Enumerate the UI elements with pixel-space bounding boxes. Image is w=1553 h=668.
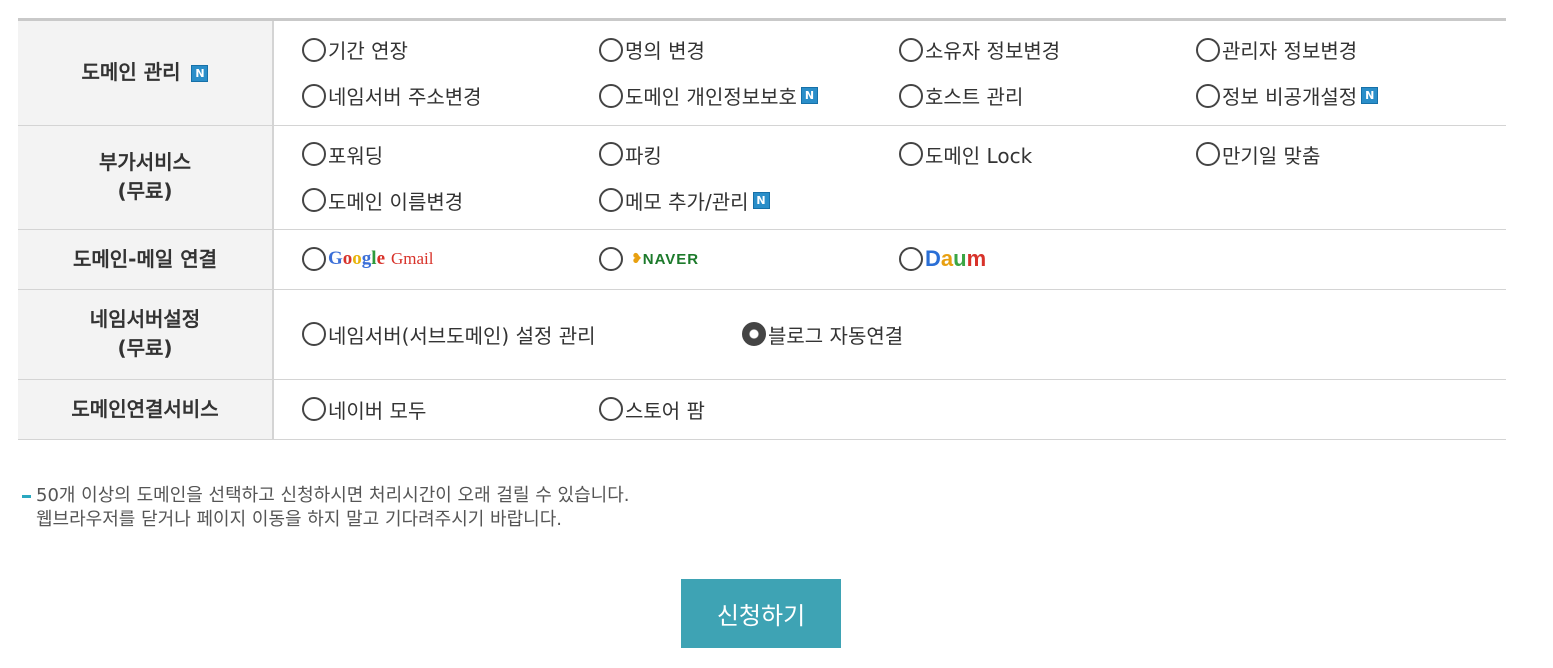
radio-icon[interactable] (1196, 37, 1220, 62)
option-owner-info-change[interactable]: 소유자 정보변경 (899, 35, 1196, 64)
row-domain-management: 도메인 관리 N 기간 연장 명의 변경 소유자 정보변경 관리자 정보변경 네… (18, 21, 1506, 126)
new-badge-icon: N (191, 65, 209, 83)
option-store-farm[interactable]: 스토어 팜 (599, 395, 705, 424)
option-daum[interactable]: Daum (899, 246, 986, 272)
option-info-private[interactable]: 정보 비공개설정 N (1196, 81, 1379, 110)
domain-service-panel: 도메인 관리 N 기간 연장 명의 변경 소유자 정보변경 관리자 정보변경 네… (18, 18, 1506, 440)
radio-icon[interactable] (599, 188, 623, 212)
option-period-extension[interactable]: 기간 연장 (302, 35, 599, 64)
service-table: 도메인 관리 N 기간 연장 명의 변경 소유자 정보변경 관리자 정보변경 네… (18, 21, 1506, 440)
naver-leaf-icon: ❥ (631, 251, 643, 267)
option-blog-auto-connect[interactable]: 블로그 자동연결 (742, 320, 903, 349)
radio-icon[interactable] (599, 37, 623, 62)
radio-icon[interactable] (302, 83, 326, 108)
option-expiry-align[interactable]: 만기일 맞춤 (1196, 140, 1320, 169)
option-parking[interactable]: 파킹 (599, 140, 899, 169)
option-admin-info-change[interactable]: 관리자 정보변경 (1196, 35, 1357, 64)
radio-icon[interactable] (899, 142, 923, 166)
radio-icon[interactable] (302, 397, 326, 421)
radio-icon[interactable] (899, 37, 923, 62)
radio-icon[interactable] (302, 322, 326, 346)
radio-icon[interactable] (302, 188, 326, 212)
radio-icon[interactable] (302, 142, 326, 166)
row-nameserver: 네임서버설정 (무료) 네임서버(서브도메인) 설정 관리 블로그 자동연결 (18, 289, 1506, 380)
radio-icon[interactable] (899, 83, 923, 108)
option-naver-modoo[interactable]: 네이버 모두 (302, 395, 599, 424)
row-header-domain-mail: 도메인-메일 연결 (18, 229, 274, 290)
option-domain-lock[interactable]: 도메인 Lock (899, 140, 1196, 169)
radio-icon[interactable] (599, 83, 623, 108)
radio-checked-icon[interactable] (742, 322, 766, 346)
radio-icon[interactable] (599, 142, 623, 166)
new-badge-icon: N (1361, 87, 1379, 105)
row-header-extra-services: 부가서비스 (무료) (18, 125, 274, 230)
radio-icon[interactable] (1196, 142, 1220, 166)
row-header-connect-services: 도메인연결서비스 (18, 379, 274, 440)
radio-icon[interactable] (302, 37, 326, 62)
notice-text: 50개 이상의 도메인을 선택하고 신청하시면 처리시간이 오래 걸릴 수 있습… (22, 484, 629, 532)
gmail-logo: Gmail (391, 249, 434, 268)
option-naver[interactable]: ❥ NAVER (599, 247, 899, 271)
new-badge-icon: N (752, 191, 770, 209)
row-extra-services: 부가서비스 (무료) 포워딩 파킹 도메인 Lock 만기일 맞춤 도메인 이름… (18, 125, 1506, 230)
radio-icon[interactable] (302, 247, 326, 271)
apply-button[interactable]: 신청하기 (681, 579, 841, 648)
option-nameserver-change[interactable]: 네임서버 주소변경 (302, 81, 599, 110)
row-header-domain-management: 도메인 관리 N (18, 21, 274, 126)
option-nameserver-subdomain[interactable]: 네임서버(서브도메인) 설정 관리 (302, 320, 742, 349)
google-logo: Google (328, 248, 385, 269)
row-header-nameserver: 네임서버설정 (무료) (18, 289, 274, 380)
option-forwarding[interactable]: 포워딩 (302, 140, 599, 169)
radio-icon[interactable] (899, 247, 923, 271)
option-memo[interactable]: 메모 추가/관리 N (599, 186, 899, 215)
daum-logo: Daum (925, 246, 987, 271)
notice-dash-icon (22, 495, 31, 498)
option-google-gmail[interactable]: Google Gmail (302, 247, 599, 271)
radio-icon[interactable] (1196, 83, 1220, 108)
option-host-management[interactable]: 호스트 관리 (899, 81, 1196, 110)
radio-icon[interactable] (599, 397, 623, 421)
radio-icon[interactable] (599, 247, 623, 271)
new-badge-icon: N (800, 87, 818, 105)
row-domain-mail: 도메인-메일 연결 Google Gmail ❥ NAVER Daum (18, 229, 1506, 290)
option-domain-privacy[interactable]: 도메인 개인정보보호 N (599, 81, 899, 110)
option-owner-name-change[interactable]: 명의 변경 (599, 35, 899, 64)
naver-logo: NAVER (642, 250, 700, 268)
row-connect-services: 도메인연결서비스 네이버 모두 스토어 팜 (18, 379, 1506, 440)
option-domain-rename[interactable]: 도메인 이름변경 (302, 186, 599, 215)
